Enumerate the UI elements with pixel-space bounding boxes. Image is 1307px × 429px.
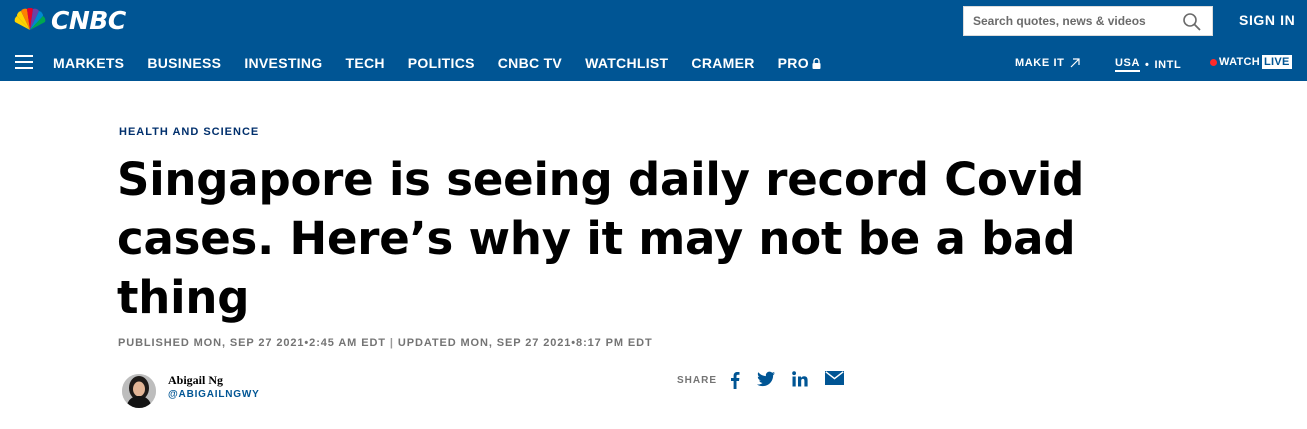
live-dot-icon	[1210, 58, 1217, 66]
author-photo	[122, 374, 156, 408]
external-arrow-icon	[1070, 58, 1081, 68]
hamburger-menu-icon[interactable]	[15, 55, 33, 69]
peacock-logo-icon	[14, 8, 46, 33]
nav-item-watchlist[interactable]: WATCHLIST	[585, 55, 668, 71]
updated-time: UPDATED MON, SEP 27 2021•8:17 PM EDT	[397, 337, 653, 349]
share-bar: SHARE	[677, 370, 845, 390]
live-badge: LIVE	[1262, 55, 1292, 69]
edition-separator: •	[1145, 58, 1150, 71]
nav-item-markets[interactable]: MARKETS	[53, 55, 124, 71]
section-eyebrow[interactable]: HEALTH AND SCIENCE	[119, 126, 259, 138]
article-dateline: PUBLISHED MON, SEP 27 2021•2:45 AM EDT | U…	[118, 337, 653, 349]
search-icon[interactable]	[1182, 12, 1202, 32]
make-it-link[interactable]: MAKE IT	[1015, 57, 1081, 69]
nav-item-cnbc-tv[interactable]: CNBC TV	[498, 55, 562, 71]
twitter-icon[interactable]	[757, 371, 776, 389]
nav-item-pro[interactable]: PRO	[778, 55, 821, 71]
published-time: PUBLISHED MON, SEP 27 2021•2:45 AM EDT	[118, 337, 386, 349]
lock-icon	[812, 58, 821, 69]
nav-item-cramer[interactable]: CRAMER	[691, 55, 754, 71]
facebook-icon[interactable]	[730, 371, 740, 389]
article-headline: Singapore is seeing daily record Covid c…	[117, 153, 1085, 324]
dateline-separator: |	[389, 337, 394, 349]
make-it-label: MAKE IT	[1015, 57, 1065, 69]
main-nav: MARKETS BUSINESS INVESTING TECH POLITICS…	[53, 55, 844, 71]
sign-in-link[interactable]: SIGN IN	[1239, 12, 1295, 28]
watch-live-button[interactable]: WATCH LIVE	[1210, 55, 1292, 69]
cnbc-logo[interactable]: CNBC	[11, 8, 126, 34]
author-name[interactable]: Abigail Ng	[168, 373, 223, 388]
search-box[interactable]	[963, 6, 1213, 36]
linkedin-icon[interactable]	[792, 371, 808, 389]
cnbc-wordmark: CNBC	[51, 6, 126, 35]
site-header: CNBC SIGN IN MARKETS BUSINESS INVESTING …	[0, 0, 1307, 81]
search-input[interactable]	[964, 7, 1174, 35]
share-label: SHARE	[677, 374, 718, 386]
edition-intl[interactable]: INTL	[1154, 59, 1181, 71]
author-twitter-handle[interactable]: @ABIGAILNGWY	[168, 389, 260, 400]
nav-item-investing[interactable]: INVESTING	[244, 55, 322, 71]
author-avatar[interactable]	[122, 374, 156, 408]
edition-usa[interactable]: USA	[1115, 57, 1141, 72]
email-icon[interactable]	[825, 371, 845, 389]
nav-item-business[interactable]: BUSINESS	[147, 55, 221, 71]
nav-item-politics[interactable]: POLITICS	[408, 55, 475, 71]
nav-item-pro-label: PRO	[777, 55, 809, 71]
watch-label: WATCH	[1219, 56, 1261, 68]
edition-switcher: USA • INTL	[1115, 57, 1181, 72]
nav-item-tech[interactable]: TECH	[345, 55, 384, 71]
